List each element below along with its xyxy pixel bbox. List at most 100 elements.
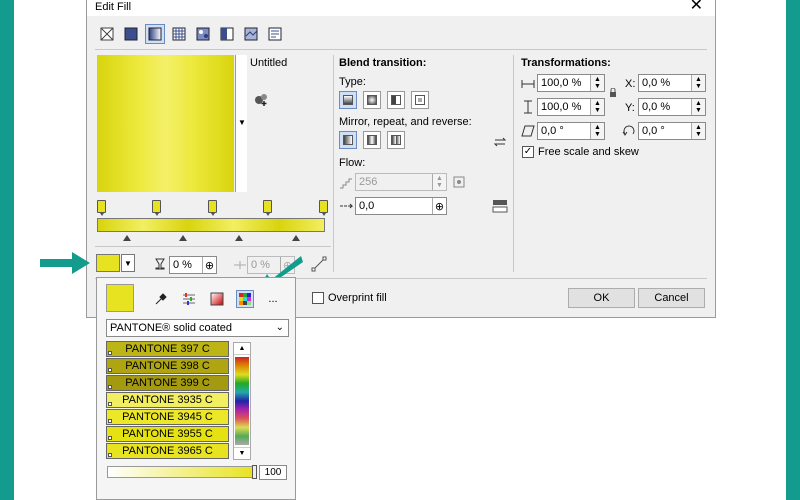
close-icon[interactable]: ✕ bbox=[690, 0, 703, 14]
swatch-item[interactable]: PANTONE 3955 C bbox=[106, 426, 229, 442]
node-color-button[interactable] bbox=[96, 254, 120, 272]
swatch-corner-marker bbox=[108, 453, 112, 457]
ok-button[interactable]: OK bbox=[568, 288, 635, 308]
rectangular-gradient-icon bbox=[415, 95, 425, 105]
swatch-corner-marker bbox=[108, 368, 112, 372]
gradient-bar[interactable] bbox=[97, 218, 325, 232]
reflect-fill-icon bbox=[367, 135, 377, 145]
rectangular-type-button[interactable] bbox=[411, 91, 429, 109]
fill-height-field[interactable]: 100,0 % ▲ ▼ bbox=[537, 98, 605, 116]
gradient-stop-row bbox=[97, 200, 329, 216]
edit-nodes-icon[interactable] bbox=[311, 256, 327, 272]
free-scale-checkbox[interactable]: ✓ bbox=[522, 146, 534, 158]
transparency-slider-icon[interactable]: ⊕ bbox=[202, 257, 216, 273]
vector-pattern-fill-button[interactable] bbox=[169, 24, 189, 44]
transparency-field[interactable]: 0 % ⊕ bbox=[169, 256, 217, 274]
color-stop[interactable] bbox=[208, 200, 217, 216]
steps-spinner[interactable]: ▲ ▼ bbox=[432, 174, 446, 190]
bitmap-pattern-fill-button[interactable] bbox=[193, 24, 213, 44]
swatch-item[interactable]: PANTONE 398 C bbox=[106, 358, 229, 374]
rotate-field[interactable]: 0,0 ° ▲ ▼ bbox=[638, 122, 706, 140]
elliptical-gradient-icon bbox=[367, 95, 377, 105]
color-palettes-icon bbox=[239, 293, 251, 305]
palette-overview-strip[interactable] bbox=[235, 357, 249, 445]
acceleration-slider-icon[interactable]: ⊕ bbox=[432, 198, 446, 214]
midpoint-marker[interactable] bbox=[235, 235, 243, 241]
overprint-label: Overprint fill bbox=[328, 292, 387, 304]
fountain-fill-icon bbox=[148, 27, 162, 41]
swatch-corner-marker bbox=[108, 419, 112, 423]
fill-height-spinner[interactable]: ▲ ▼ bbox=[590, 99, 604, 115]
color-palettes-button[interactable] bbox=[236, 290, 254, 308]
color-stop[interactable] bbox=[97, 200, 106, 216]
smooth-transition-icon[interactable] bbox=[492, 199, 508, 213]
preset-dropdown-arrow-icon[interactable]: ▼ bbox=[238, 118, 246, 127]
scroll-up-icon[interactable]: ▲ bbox=[234, 343, 250, 355]
texture-fill-button[interactable] bbox=[241, 24, 261, 44]
y-field[interactable]: 0,0 % ▲ ▼ bbox=[638, 98, 706, 116]
color-sliders-icon bbox=[183, 293, 195, 305]
skew-field[interactable]: 0,0 ° ▲ ▼ bbox=[537, 122, 605, 140]
fountain-fill-button[interactable] bbox=[145, 24, 165, 44]
overprint-checkbox[interactable] bbox=[312, 292, 324, 304]
tint-slider[interactable] bbox=[107, 465, 257, 479]
no-fill-button[interactable] bbox=[97, 24, 117, 44]
rotate-spinner[interactable]: ▲ ▼ bbox=[691, 123, 705, 139]
fill-width-spinner[interactable]: ▲ ▼ bbox=[590, 75, 604, 91]
default-fill-button[interactable] bbox=[339, 131, 357, 149]
uniform-fill-button[interactable] bbox=[121, 24, 141, 44]
acceleration-field[interactable]: 0,0 ⊕ bbox=[355, 197, 447, 215]
swatch-item[interactable]: PANTONE 397 C bbox=[106, 341, 229, 357]
color-stop[interactable] bbox=[319, 200, 328, 216]
color-stop[interactable] bbox=[263, 200, 272, 216]
skew-spinner[interactable]: ▲ ▼ bbox=[590, 123, 604, 139]
elliptical-type-button[interactable] bbox=[363, 91, 381, 109]
save-preset-icon[interactable] bbox=[253, 91, 269, 107]
midpoint-marker[interactable] bbox=[123, 235, 131, 241]
blend-heading: Blend transition: bbox=[339, 57, 427, 69]
fill-width-field[interactable]: 100,0 % ▲ ▼ bbox=[537, 74, 605, 92]
palette-scrollbar[interactable]: ▲ ▼ bbox=[233, 342, 251, 460]
cancel-button[interactable]: Cancel bbox=[638, 288, 705, 308]
palette-select[interactable]: PANTONE® solid coated ⌄ bbox=[106, 319, 289, 337]
reverse-icon[interactable] bbox=[492, 136, 508, 148]
postscript-fill-button[interactable] bbox=[265, 24, 285, 44]
y-spinner[interactable]: ▲ ▼ bbox=[691, 99, 705, 115]
tint-slider-thumb[interactable] bbox=[252, 465, 257, 479]
linear-type-button[interactable] bbox=[339, 91, 357, 109]
free-scale-label: Free scale and skew bbox=[538, 146, 639, 158]
eyedropper-button[interactable] bbox=[152, 290, 170, 308]
midpoint-marker[interactable] bbox=[179, 235, 187, 241]
palette-select-value: PANTONE® solid coated bbox=[110, 322, 233, 334]
color-stop[interactable] bbox=[152, 200, 161, 216]
repeat-fill-button[interactable] bbox=[387, 131, 405, 149]
node-color-dropdown[interactable]: ▼ bbox=[121, 254, 135, 272]
two-color-pattern-fill-button[interactable] bbox=[217, 24, 237, 44]
color-sliders-button[interactable] bbox=[180, 290, 198, 308]
swatch-item[interactable]: PANTONE 3935 C bbox=[106, 392, 229, 408]
x-spinner[interactable]: ▲ ▼ bbox=[691, 75, 705, 91]
texture-fill-icon bbox=[244, 27, 258, 41]
swatch-item[interactable]: PANTONE 3965 C bbox=[106, 443, 229, 459]
color-viewers-button[interactable] bbox=[208, 290, 226, 308]
x-field[interactable]: 0,0 % ▲ ▼ bbox=[638, 74, 706, 92]
transformations-heading: Transformations: bbox=[521, 57, 611, 69]
swatch-item[interactable]: PANTONE 399 C bbox=[106, 375, 229, 391]
swatch-corner-marker bbox=[108, 402, 112, 406]
reflect-fill-button[interactable] bbox=[363, 131, 381, 149]
lock-ratio-icon[interactable] bbox=[609, 88, 617, 98]
tint-value-field[interactable]: 100 bbox=[259, 465, 287, 480]
rotate-icon bbox=[622, 125, 635, 136]
swatch-list: PANTONE 397 C PANTONE 398 C PANTONE 399 … bbox=[106, 341, 229, 460]
lock-steps-icon[interactable] bbox=[453, 176, 465, 188]
chevron-down-icon: ⌄ bbox=[275, 322, 284, 333]
steps-field[interactable]: 256 ▲ ▼ bbox=[355, 173, 447, 191]
midpoint-marker[interactable] bbox=[292, 235, 300, 241]
conical-type-button[interactable] bbox=[387, 91, 405, 109]
more-options-button[interactable]: ... bbox=[264, 290, 282, 308]
swatch-corner-marker bbox=[108, 385, 112, 389]
scroll-down-icon[interactable]: ▼ bbox=[234, 447, 250, 459]
acceleration-icon bbox=[340, 203, 353, 209]
swatch-item[interactable]: PANTONE 3945 C bbox=[106, 409, 229, 425]
two-color-pattern-fill-icon bbox=[220, 27, 234, 41]
